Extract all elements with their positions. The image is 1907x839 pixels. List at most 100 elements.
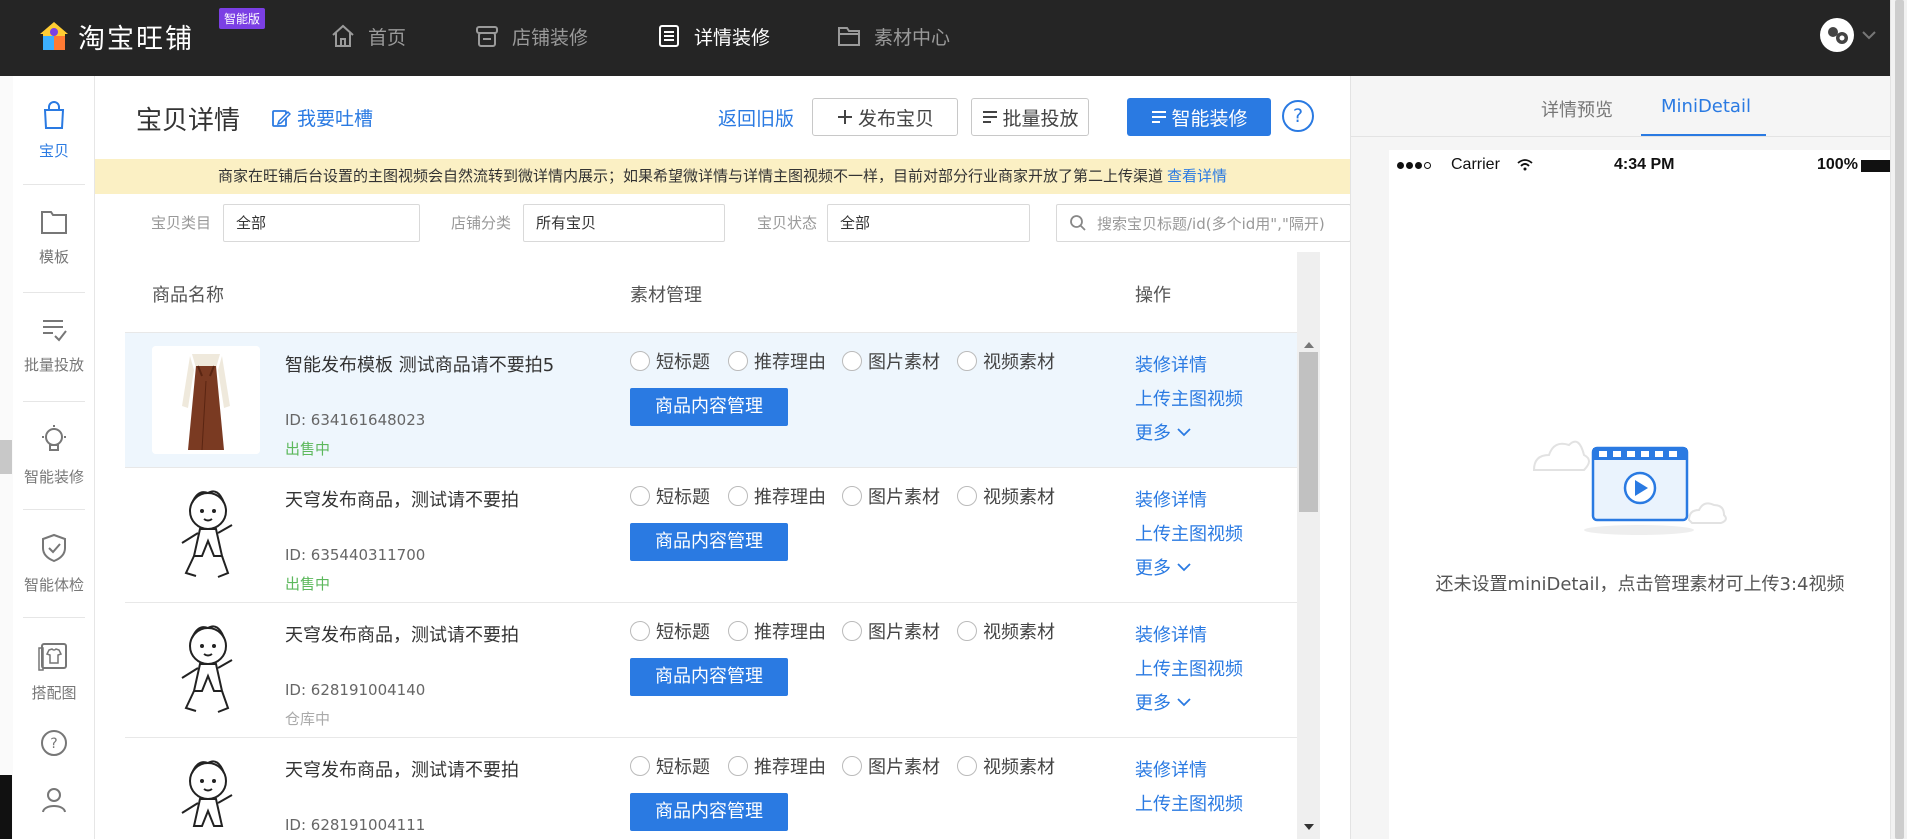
clothing-icon xyxy=(38,643,67,671)
back-to-old-version-link[interactable]: 返回旧版 xyxy=(718,104,794,131)
radio-circle xyxy=(957,621,977,641)
product-image-dress[interactable] xyxy=(152,346,260,454)
nav-material-label: 素材中心 xyxy=(874,26,951,49)
option-recommend-reason[interactable]: 推荐理由 xyxy=(728,618,826,644)
option-short-title[interactable]: 短标题 xyxy=(630,348,710,374)
logo[interactable]: 淘宝旺铺 xyxy=(38,16,194,56)
edit-detail-link[interactable]: 装修详情 xyxy=(1135,621,1207,647)
divider xyxy=(23,292,85,293)
option-short-title[interactable]: 短标题 xyxy=(630,618,710,644)
category-filter-select[interactable]: 全部 xyxy=(223,204,420,242)
status-badge: 出售中 xyxy=(285,440,331,458)
radio-circle xyxy=(957,756,977,776)
divider xyxy=(23,401,85,402)
option-recommend-reason[interactable]: 推荐理由 xyxy=(728,753,826,779)
radio-circle xyxy=(630,486,650,506)
status-badge: 出售中 xyxy=(285,575,331,593)
content-manage-button[interactable]: 商品内容管理 xyxy=(630,658,788,696)
product-title[interactable]: 天穹发布商品，测试请不要拍 xyxy=(285,756,575,785)
scrollbar-thumb[interactable] xyxy=(1895,0,1904,839)
page-scrollbar[interactable] xyxy=(1890,0,1907,839)
sidebar-item-products[interactable]: 宝贝 xyxy=(13,100,95,161)
notice-banner: 商家在旺铺后台设置的主图视频会自然流转到微详情内展示；如果希望微详情与详情主图视… xyxy=(95,159,1350,194)
more-dropdown[interactable]: 更多 xyxy=(1135,554,1191,580)
chevron-down-icon[interactable] xyxy=(1862,30,1876,40)
option-video-material[interactable]: 视频素材 xyxy=(957,348,1055,374)
sidebar-item-batch[interactable]: 批量投放 xyxy=(13,316,95,375)
list-icon xyxy=(983,111,998,123)
option-short-title[interactable]: 短标题 xyxy=(630,753,710,779)
publish-product-button[interactable]: 发布宝贝 xyxy=(812,98,958,136)
sidebar-item-smart-decor[interactable]: 智能装修 xyxy=(13,424,95,487)
help-button[interactable]: ? xyxy=(1282,100,1314,132)
top-navigation-bar: 淘宝旺铺 智能版 首页 店铺装修 详情装修 素材中心 xyxy=(0,0,1907,76)
tab-minidetail[interactable]: MiniDetail xyxy=(1661,96,1751,117)
edit-detail-link[interactable]: 装修详情 xyxy=(1135,756,1207,782)
nav-store-decor[interactable]: 店铺装修 xyxy=(474,18,588,54)
status-filter-select[interactable]: 全部 xyxy=(827,204,1030,242)
option-short-title[interactable]: 短标题 xyxy=(630,483,710,509)
product-title[interactable]: 天穹发布商品，测试请不要拍 xyxy=(285,486,575,515)
smart-decor-button[interactable]: 智能装修 xyxy=(1127,98,1271,136)
nav-home[interactable]: 首页 xyxy=(330,18,406,54)
product-title[interactable]: 智能发布模板 测试商品请不要拍5 xyxy=(285,351,575,380)
chevron-down-icon xyxy=(1177,562,1191,571)
phone-time: 4:34 PM xyxy=(1614,156,1675,173)
product-id: ID: 635440311700 xyxy=(285,546,426,564)
more-dropdown[interactable]: 更多 xyxy=(1135,689,1191,715)
option-image-material[interactable]: 图片素材 xyxy=(842,753,940,779)
content-manage-button[interactable]: 商品内容管理 xyxy=(630,523,788,561)
option-image-material[interactable]: 图片素材 xyxy=(842,483,940,509)
product-image-cartoon[interactable] xyxy=(152,751,260,839)
sidebar-help[interactable]: ? xyxy=(13,728,95,762)
option-label: 短标题 xyxy=(656,352,710,373)
notice-detail-link[interactable]: 查看详情 xyxy=(1167,167,1227,185)
option-video-material[interactable]: 视频素材 xyxy=(957,483,1055,509)
column-header-material: 素材管理 xyxy=(630,285,702,306)
upload-main-video-link[interactable]: 上传主图视频 xyxy=(1135,385,1243,411)
empty-state-message: 还未设置miniDetail，点击管理素材可上传3:4视频 xyxy=(1435,574,1845,595)
scroll-up-arrow[interactable] xyxy=(1304,342,1314,348)
sidebar-item-templates[interactable]: 模板 xyxy=(13,208,95,267)
product-image-cartoon[interactable] xyxy=(152,481,260,589)
sidebar-user[interactable] xyxy=(13,784,95,818)
house-logo-icon xyxy=(38,20,70,52)
option-video-material[interactable]: 视频素材 xyxy=(957,618,1055,644)
product-search-input[interactable]: 搜索宝贝标题/id(多个id用","隔开) xyxy=(1056,204,1351,242)
option-recommend-reason[interactable]: 推荐理由 xyxy=(728,483,826,509)
edit-detail-link[interactable]: 装修详情 xyxy=(1135,351,1207,377)
sidebar-item-smart-check[interactable]: 智能体检 xyxy=(13,532,95,595)
sidebar-item-match-image[interactable]: 搭配图 xyxy=(13,640,95,703)
shop-category-filter-select[interactable]: 所有宝贝 xyxy=(523,204,725,242)
nav-material-center[interactable]: 素材中心 xyxy=(836,18,950,54)
upload-main-video-link[interactable]: 上传主图视频 xyxy=(1135,655,1243,681)
option-image-material[interactable]: 图片素材 xyxy=(842,618,940,644)
radio-circle xyxy=(728,351,748,371)
upload-main-video-link[interactable]: 上传主图视频 xyxy=(1135,520,1243,546)
feedback-link[interactable]: 我要吐槽 xyxy=(271,104,373,131)
table-scrollbar[interactable] xyxy=(1297,252,1320,839)
smart-decor-label: 智能装修 xyxy=(1171,107,1248,130)
option-recommend-reason[interactable]: 推荐理由 xyxy=(728,348,826,374)
scrollbar-thumb[interactable] xyxy=(1299,352,1318,512)
more-label: 更多 xyxy=(1135,693,1171,714)
option-image-material[interactable]: 图片素材 xyxy=(842,348,940,374)
batch-deploy-button[interactable]: 批量投放 xyxy=(971,98,1089,136)
upload-main-video-link[interactable]: 上传主图视频 xyxy=(1135,790,1243,816)
more-dropdown[interactable]: 更多 xyxy=(1135,419,1191,445)
radio-circle xyxy=(842,756,862,776)
svg-text:?: ? xyxy=(50,736,57,752)
content-manage-button[interactable]: 商品内容管理 xyxy=(630,388,788,426)
product-title[interactable]: 天穹发布商品，测试请不要拍 xyxy=(285,621,575,650)
search-icon xyxy=(1070,215,1086,231)
product-image-cartoon[interactable] xyxy=(152,616,260,724)
content-manage-button[interactable]: 商品内容管理 xyxy=(630,793,788,831)
scroll-down-arrow[interactable] xyxy=(1304,824,1314,830)
nav-detail-decor[interactable]: 详情装修 xyxy=(656,18,770,54)
tab-detail-preview[interactable]: 详情预览 xyxy=(1541,96,1613,122)
table-row: 天穹发布商品，测试请不要拍 ID: 628191004111 短标题 推荐理由 … xyxy=(125,737,1297,839)
user-avatar[interactable] xyxy=(1820,18,1854,52)
edit-detail-link[interactable]: 装修详情 xyxy=(1135,486,1207,512)
option-video-material[interactable]: 视频素材 xyxy=(957,753,1055,779)
phone-preview: Carrier 4:34 PM 100% 还未设置miniDetail，点击管理… xyxy=(1389,150,1891,839)
